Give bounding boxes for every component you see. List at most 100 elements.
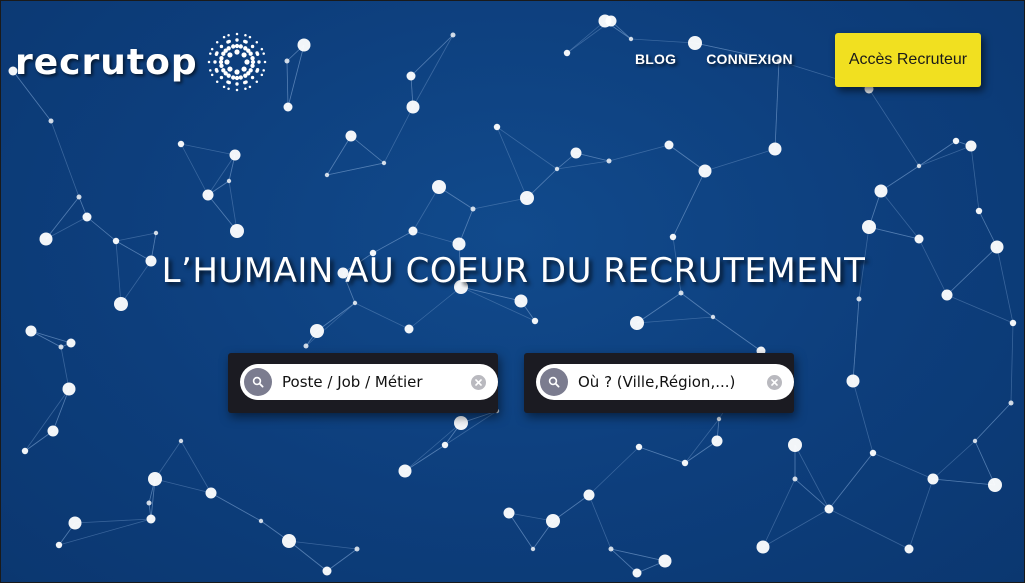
logo-dot bbox=[260, 73, 263, 77]
network-line bbox=[636, 292, 682, 324]
network-line bbox=[932, 440, 976, 480]
logo-dot bbox=[250, 75, 254, 80]
network-line bbox=[412, 34, 454, 108]
network-line bbox=[970, 145, 980, 212]
network-node bbox=[710, 314, 716, 320]
logo-dot bbox=[218, 63, 224, 68]
network-node bbox=[55, 541, 63, 549]
nav-link-blog[interactable]: BLOG bbox=[635, 51, 676, 67]
brand-logo[interactable]: recrutop bbox=[15, 29, 270, 95]
network-line bbox=[828, 452, 874, 510]
clear-icon[interactable] bbox=[471, 374, 486, 390]
network-node bbox=[630, 316, 644, 330]
network-node bbox=[322, 566, 332, 576]
network-node bbox=[297, 38, 311, 52]
network-node bbox=[283, 102, 293, 112]
network-line bbox=[868, 88, 920, 167]
network-line bbox=[794, 478, 830, 510]
network-line bbox=[286, 60, 289, 108]
recruiter-access-button[interactable]: Accès Recruteur bbox=[835, 33, 981, 87]
network-node bbox=[869, 449, 877, 457]
location-search-input[interactable] bbox=[578, 373, 767, 391]
brand-name: recrutop bbox=[15, 41, 198, 83]
logo-dot bbox=[262, 69, 265, 72]
network-node bbox=[824, 504, 834, 514]
network-node bbox=[788, 438, 802, 452]
network-line bbox=[704, 148, 776, 172]
network-node bbox=[452, 237, 466, 251]
network-line bbox=[762, 508, 830, 548]
network-line bbox=[588, 446, 640, 496]
network-line bbox=[588, 494, 612, 550]
job-search-field[interactable] bbox=[240, 364, 498, 400]
network-node bbox=[25, 325, 37, 337]
logo-dot bbox=[244, 59, 250, 65]
network-node bbox=[352, 300, 358, 306]
network-node bbox=[546, 514, 560, 528]
network-line bbox=[680, 292, 714, 318]
network-node bbox=[941, 289, 953, 301]
network-node bbox=[229, 149, 241, 161]
logo-dot bbox=[222, 85, 225, 89]
network-node bbox=[846, 374, 860, 388]
logo-dot bbox=[234, 43, 239, 49]
logo-dot bbox=[218, 59, 223, 65]
network-node bbox=[583, 489, 595, 501]
logo-dot bbox=[226, 46, 231, 51]
network-line bbox=[408, 286, 462, 330]
network-line bbox=[668, 144, 706, 172]
network-line bbox=[472, 197, 528, 210]
network-node bbox=[856, 296, 862, 302]
network-node bbox=[598, 14, 612, 28]
network-node bbox=[153, 230, 159, 236]
search-icon[interactable] bbox=[540, 368, 568, 396]
network-line bbox=[180, 143, 236, 156]
network-node bbox=[628, 36, 634, 42]
network-node bbox=[716, 416, 722, 422]
network-line bbox=[932, 478, 996, 486]
network-node bbox=[47, 425, 59, 437]
network-node bbox=[398, 464, 412, 478]
network-line bbox=[762, 478, 796, 548]
logo-dot bbox=[212, 60, 217, 64]
network-node bbox=[669, 233, 677, 241]
logo-dot bbox=[225, 80, 230, 84]
logo-dot bbox=[208, 52, 212, 55]
network-node bbox=[914, 234, 924, 244]
hero-headline: L’HUMAIN AU COEUR DU RECRUTEMENT bbox=[161, 251, 866, 291]
clear-icon[interactable] bbox=[767, 374, 782, 390]
nav-link-login[interactable]: CONNEXION bbox=[706, 51, 793, 67]
network-line bbox=[383, 106, 414, 164]
network-node bbox=[66, 338, 76, 348]
network-node bbox=[58, 344, 64, 350]
network-line bbox=[86, 216, 117, 242]
logo-dot bbox=[248, 85, 251, 89]
network-line bbox=[228, 180, 238, 232]
logo-dot bbox=[234, 82, 239, 86]
network-line bbox=[852, 380, 874, 454]
network-node bbox=[177, 140, 185, 148]
job-search-input[interactable] bbox=[282, 373, 471, 391]
network-node bbox=[965, 140, 977, 152]
network-node bbox=[874, 184, 888, 198]
logo-dot bbox=[250, 59, 255, 65]
logo-dot bbox=[255, 80, 258, 84]
location-search-field[interactable] bbox=[536, 364, 794, 400]
logo-dot bbox=[235, 88, 238, 92]
logo-dot bbox=[249, 56, 255, 61]
network-node bbox=[21, 447, 29, 455]
network-node bbox=[927, 473, 939, 485]
network-line bbox=[180, 143, 209, 196]
network-line bbox=[608, 144, 670, 162]
network-node bbox=[632, 568, 642, 578]
network-line bbox=[974, 440, 996, 486]
network-line bbox=[774, 60, 780, 150]
network-line bbox=[305, 302, 356, 347]
network-line bbox=[50, 120, 80, 198]
network-line bbox=[444, 410, 498, 446]
search-icon[interactable] bbox=[244, 368, 272, 396]
network-node bbox=[756, 540, 770, 554]
logo-dot bbox=[234, 38, 239, 42]
job-search-box bbox=[228, 353, 498, 413]
network-line bbox=[288, 540, 358, 550]
